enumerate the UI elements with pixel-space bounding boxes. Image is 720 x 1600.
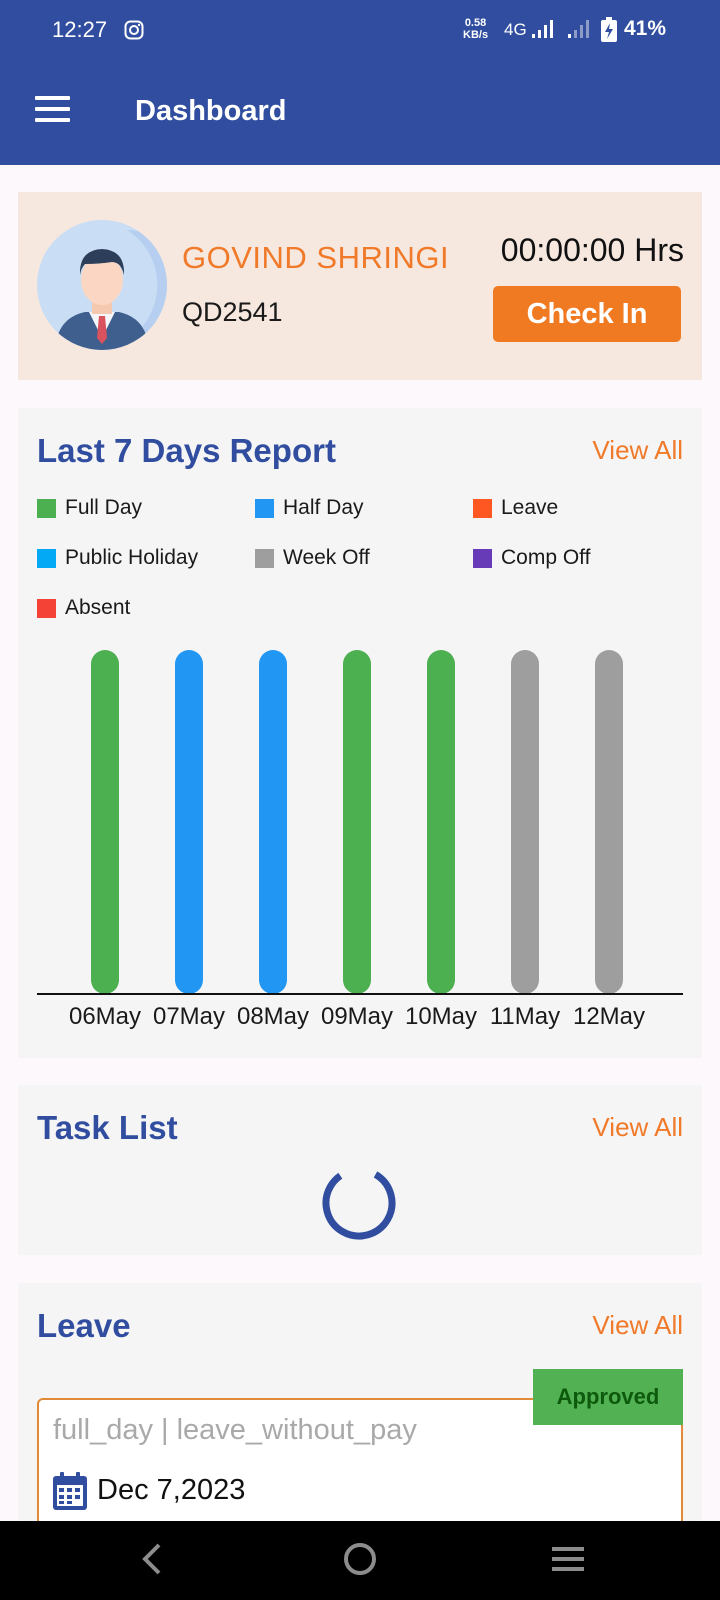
network-type: 4G xyxy=(504,20,527,39)
chart-bar-06May xyxy=(91,650,119,994)
chart-bar-10May xyxy=(427,650,455,994)
x-tick-label: 07May xyxy=(153,1003,225,1030)
employee-id: QD2541 xyxy=(182,297,283,327)
network-speed: 0.58 KB/s xyxy=(463,17,488,41)
battery-percent: 41% xyxy=(624,17,667,40)
chart-bar-07May xyxy=(175,650,203,994)
chart-bar-09May xyxy=(343,650,371,994)
x-tick-label: 10May xyxy=(405,1003,477,1030)
x-tick-label: 12May xyxy=(573,1003,645,1030)
system-nav-bar xyxy=(0,1521,720,1600)
chart-bar-08May xyxy=(259,650,287,994)
loading-spinner-icon xyxy=(322,1166,396,1240)
hamburger-menu-icon[interactable] xyxy=(35,96,70,122)
chart-bar-11May xyxy=(511,650,539,994)
signal-icon xyxy=(532,20,553,38)
work-timer: 00:00:00 Hrs xyxy=(500,232,684,268)
page-title: Dashboard xyxy=(135,95,287,127)
chart-bar-12May xyxy=(595,650,623,994)
signal-weak-icon xyxy=(568,20,589,38)
status-time: 12:27 xyxy=(52,17,108,42)
network-speed-value: 0.58 xyxy=(464,17,487,29)
x-tick-label: 09May xyxy=(321,1003,393,1030)
back-icon[interactable] xyxy=(139,1541,167,1577)
leave-view-all-link[interactable]: View All xyxy=(592,1310,683,1341)
leave-date: Dec 7,2023 xyxy=(97,1474,246,1506)
network-speed-unit: KB/s xyxy=(463,29,489,41)
user-name: GOVIND SHRINGI xyxy=(182,240,450,275)
avatar xyxy=(37,220,167,350)
task-list-card: Task List View All xyxy=(18,1085,702,1255)
app-bar: Dashboard xyxy=(0,60,720,165)
instagram-icon xyxy=(124,20,144,40)
status-bar: 12:27 0.58 KB/s 4G 41% xyxy=(0,0,720,60)
status-badge: Approved xyxy=(533,1369,683,1425)
x-tick-label: 11May xyxy=(490,1003,560,1030)
attendance-bar-chart: 06May 07May 08May 09May 10May 11May 12May xyxy=(37,650,683,1030)
recent-apps-icon[interactable] xyxy=(550,1545,586,1573)
report-card: Last 7 Days Report View All Full Day Hal… xyxy=(18,408,702,1058)
task-list-title: Task List xyxy=(37,1109,178,1146)
user-avatar-icon xyxy=(37,220,167,350)
battery-charging-icon xyxy=(601,17,617,42)
profile-card: GOVIND SHRINGI QD2541 00:00:00 Hrs Check… xyxy=(18,192,702,380)
leave-type: full_day | leave_without_pay xyxy=(53,1414,417,1446)
x-tick-label: 08May xyxy=(237,1003,309,1030)
home-icon[interactable] xyxy=(343,1542,377,1576)
calendar-icon xyxy=(53,1472,87,1510)
check-in-button[interactable]: Check In xyxy=(493,286,681,342)
task-list-view-all-link[interactable]: View All xyxy=(592,1112,683,1143)
leave-title: Leave xyxy=(37,1307,131,1344)
x-tick-label: 06May xyxy=(69,1003,141,1030)
